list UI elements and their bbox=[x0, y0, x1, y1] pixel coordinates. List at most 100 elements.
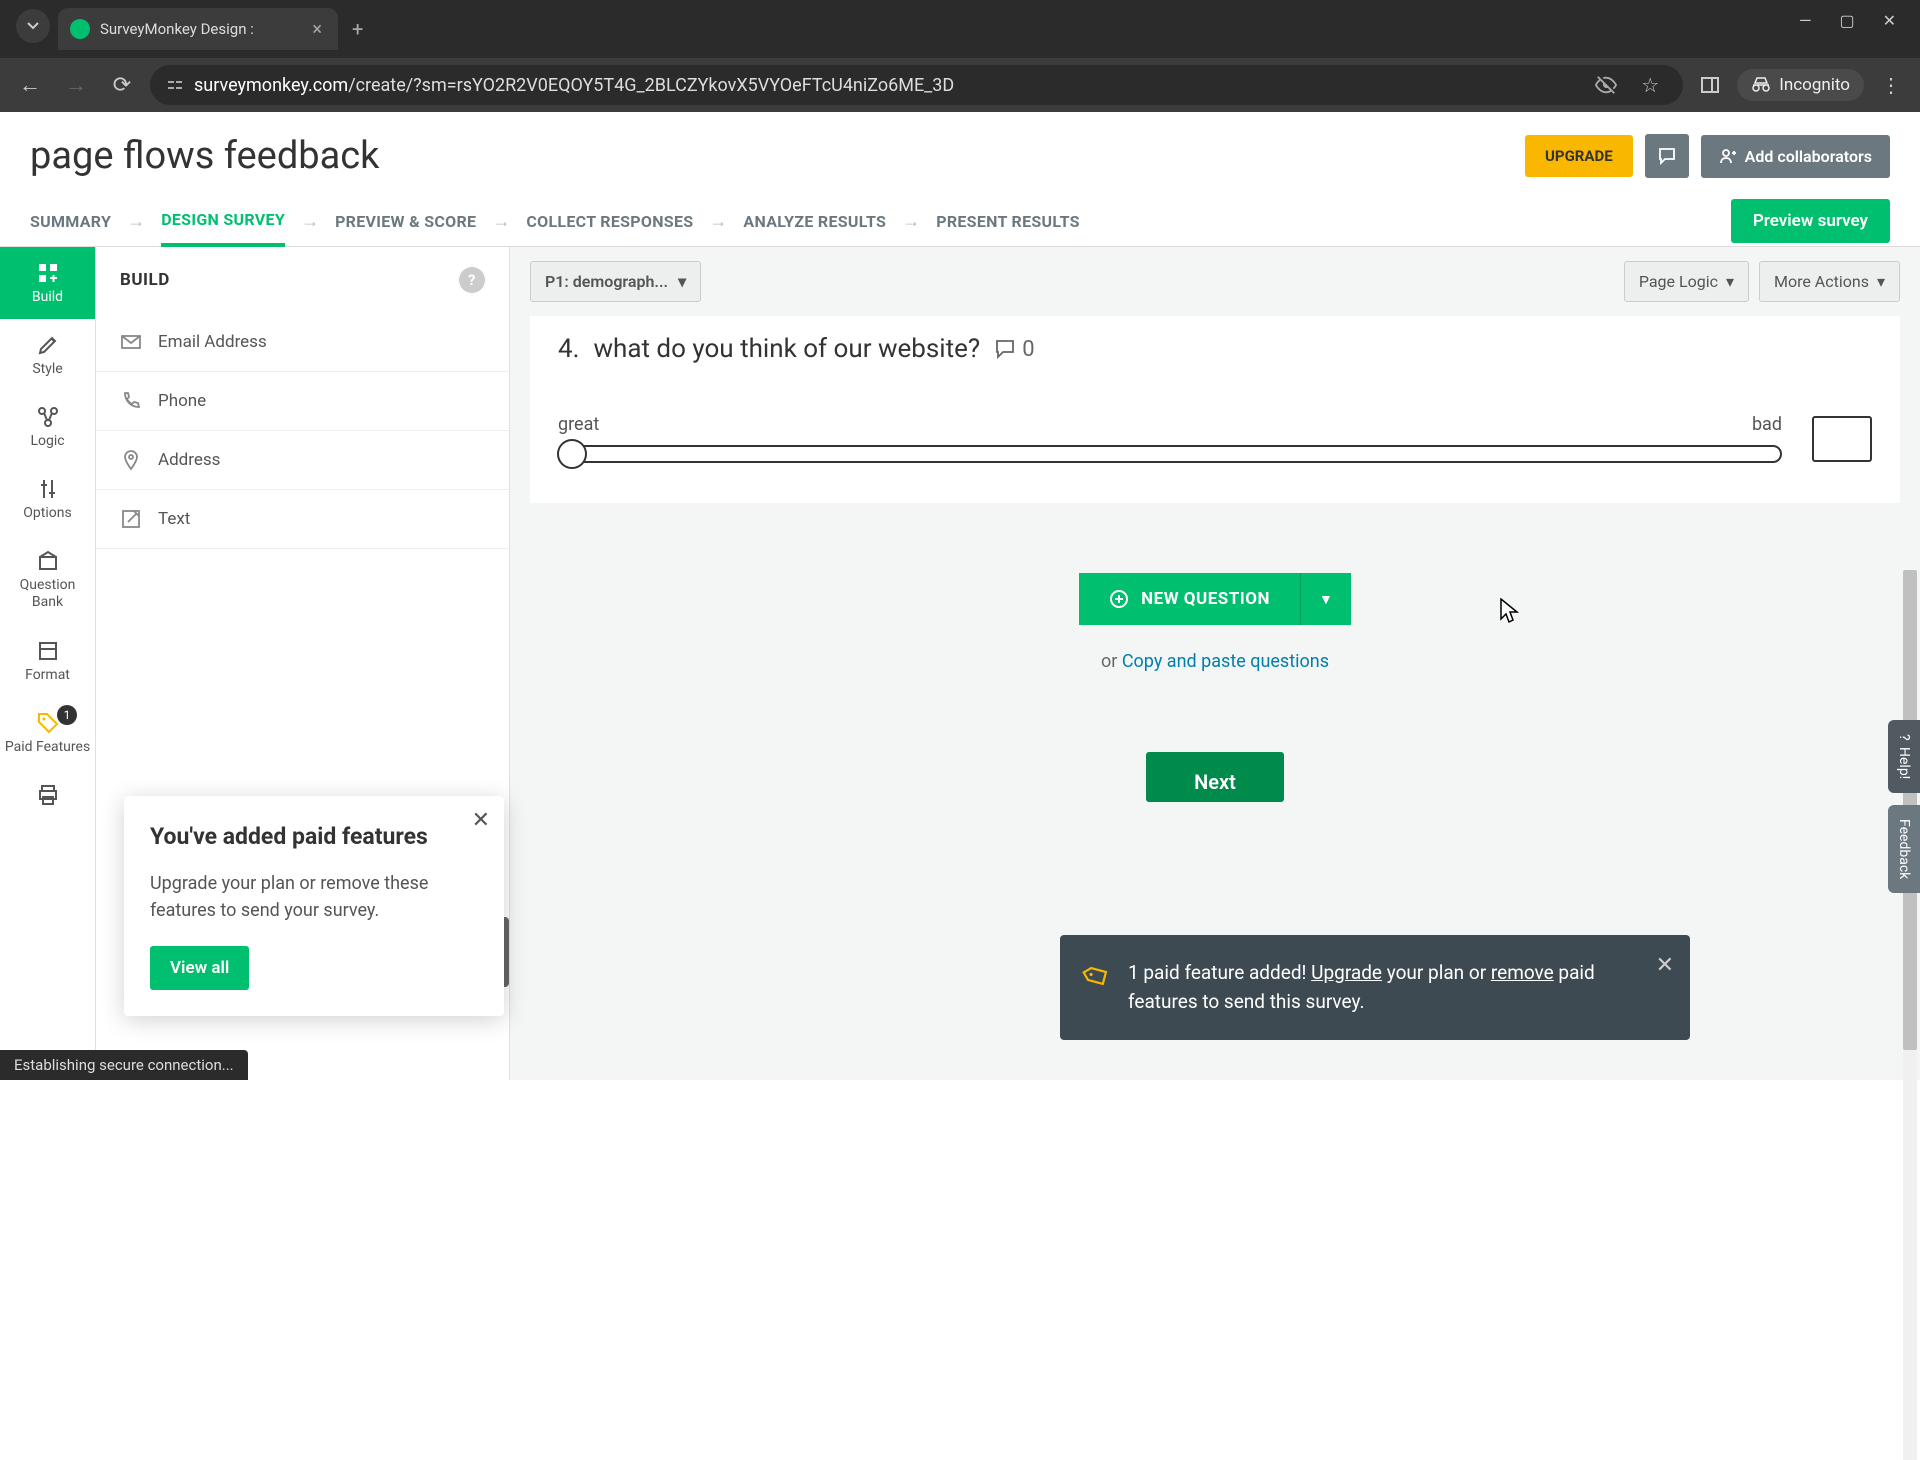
toast-message: 1 paid feature added! Upgrade your plan … bbox=[1128, 959, 1640, 1016]
chevron-right-icon: → bbox=[285, 211, 335, 232]
nav-tab-present[interactable]: PRESENT RESULTS bbox=[936, 198, 1080, 245]
side-tabs: ? Help! Feedback bbox=[1888, 720, 1920, 893]
add-question-area: NEW QUESTION ▼ or Copy and paste questio… bbox=[530, 523, 1900, 712]
brush-icon bbox=[36, 333, 60, 357]
more-actions-button[interactable]: More Actions ▾ bbox=[1759, 261, 1900, 302]
slider-label-left: great bbox=[558, 414, 599, 435]
new-tab-button[interactable]: + bbox=[338, 17, 377, 41]
browser-tab[interactable]: SurveyMonkey Design : × bbox=[58, 8, 338, 50]
paid-feature-toast: ✕ 1 paid feature added! Upgrade your pla… bbox=[1060, 935, 1690, 1040]
rail-question-bank[interactable]: Question Bank bbox=[0, 535, 95, 625]
minimize-button[interactable]: — bbox=[1799, 11, 1812, 30]
help-tab[interactable]: ? Help! bbox=[1888, 720, 1920, 793]
address-bar[interactable]: surveymonkey.com/create/?sm=rsYO2R2V0EQO… bbox=[150, 65, 1683, 105]
browser-status-bar: Establishing secure connection... bbox=[0, 1050, 248, 1080]
question-block[interactable]: 4. what do you think of our website? 0 g… bbox=[530, 316, 1900, 503]
browser-tab-bar: SurveyMonkey Design : × + — ▢ ✕ bbox=[0, 0, 1920, 58]
incognito-icon bbox=[1751, 77, 1771, 93]
side-panel-icon[interactable] bbox=[1693, 68, 1727, 102]
slider-thumb[interactable] bbox=[557, 439, 587, 469]
chevron-down-icon bbox=[26, 19, 40, 33]
tab-search-button[interactable] bbox=[16, 9, 50, 43]
preview-survey-button[interactable]: Preview survey bbox=[1731, 199, 1890, 243]
nav-tab-summary[interactable]: SUMMARY bbox=[30, 198, 111, 245]
paid-features-popup: ✕ You've added paid features Upgrade you… bbox=[124, 796, 504, 1016]
add-collaborators-button[interactable]: Add collaborators bbox=[1701, 135, 1890, 178]
bookmark-star-icon[interactable]: ☆ bbox=[1633, 68, 1667, 102]
copy-paste-link[interactable]: Copy and paste questions bbox=[1122, 651, 1329, 672]
build-panel-title: BUILD bbox=[120, 270, 170, 290]
page-picker[interactable]: P1: demograph... ▾ bbox=[530, 261, 701, 302]
rail-logic[interactable]: Logic bbox=[0, 391, 95, 463]
view-all-button[interactable]: View all bbox=[150, 946, 249, 990]
eye-off-icon[interactable] bbox=[1589, 68, 1623, 102]
feedback-tab[interactable]: Feedback bbox=[1888, 805, 1920, 893]
popup-title: You've added paid features bbox=[150, 822, 478, 852]
close-window-button[interactable]: ✕ bbox=[1883, 11, 1896, 30]
build-item-email[interactable]: Email Address bbox=[96, 313, 509, 372]
tab-title: SurveyMonkey Design : bbox=[100, 20, 308, 38]
email-icon bbox=[120, 331, 142, 353]
slider-value-input[interactable] bbox=[1812, 416, 1872, 462]
rail-build[interactable]: Build bbox=[0, 247, 95, 319]
plus-circle-icon bbox=[1109, 589, 1129, 609]
incognito-indicator[interactable]: Incognito bbox=[1737, 69, 1864, 101]
toast-remove-link[interactable]: remove bbox=[1491, 961, 1554, 984]
rail-paid-features[interactable]: 1 Paid Features bbox=[0, 697, 95, 770]
site-settings-icon[interactable] bbox=[166, 76, 184, 94]
nav-tab-preview[interactable]: PREVIEW & SCORE bbox=[335, 198, 476, 245]
browser-menu-button[interactable]: ⋮ bbox=[1874, 68, 1908, 102]
slider-question[interactable]: great bad bbox=[558, 414, 1782, 463]
build-item-address[interactable]: Address bbox=[96, 431, 509, 490]
next-page-button[interactable]: Next bbox=[1146, 752, 1284, 802]
text-icon bbox=[120, 508, 142, 530]
upgrade-button[interactable]: UPGRADE bbox=[1525, 135, 1633, 177]
survey-title[interactable]: page flows feedback bbox=[30, 134, 379, 178]
new-question-button[interactable]: NEW QUESTION bbox=[1079, 573, 1300, 625]
format-icon bbox=[36, 639, 60, 663]
workflow-nav: SUMMARY → DESIGN SURVEY → PREVIEW & SCOR… bbox=[0, 196, 1920, 247]
toast-upgrade-link[interactable]: Upgrade bbox=[1311, 961, 1382, 984]
chevron-right-icon: → bbox=[693, 211, 743, 232]
popup-body: Upgrade your plan or remove these featur… bbox=[150, 870, 478, 924]
toast-close-button[interactable]: ✕ bbox=[1656, 949, 1674, 982]
build-item-phone[interactable]: Phone bbox=[96, 372, 509, 431]
comments-button[interactable] bbox=[1645, 134, 1689, 178]
caret-down-icon: ▾ bbox=[1726, 272, 1734, 291]
chevron-right-icon: → bbox=[111, 211, 161, 232]
rail-print[interactable] bbox=[0, 769, 95, 821]
caret-down-icon: ▾ bbox=[1877, 272, 1885, 291]
tab-close-button[interactable]: × bbox=[308, 19, 326, 40]
popup-close-button[interactable]: ✕ bbox=[472, 808, 490, 833]
nav-tab-design[interactable]: DESIGN SURVEY bbox=[161, 196, 285, 247]
chevron-right-icon: → bbox=[476, 211, 526, 232]
print-icon bbox=[36, 783, 60, 807]
nav-tab-collect[interactable]: COLLECT RESPONSES bbox=[526, 198, 693, 245]
forward-button[interactable]: → bbox=[58, 67, 94, 103]
chevron-right-icon: → bbox=[886, 211, 936, 232]
help-circle-icon: ? bbox=[1896, 734, 1912, 741]
maximize-button[interactable]: ▢ bbox=[1839, 11, 1854, 30]
build-item-text[interactable]: Text bbox=[96, 490, 509, 549]
rail-options[interactable]: Options bbox=[0, 463, 95, 535]
question-comments[interactable]: 0 bbox=[994, 337, 1034, 362]
rail-format[interactable]: Format bbox=[0, 625, 95, 697]
tag-icon bbox=[1079, 958, 1115, 994]
page-logic-button[interactable]: Page Logic ▾ bbox=[1624, 261, 1749, 302]
logic-icon bbox=[36, 405, 60, 429]
rail-style[interactable]: Style bbox=[0, 319, 95, 391]
copy-paste-row: or Copy and paste questions bbox=[1101, 651, 1329, 672]
left-rail: Build Style Logic Options bbox=[0, 247, 96, 1080]
new-question-dropdown[interactable]: ▼ bbox=[1300, 573, 1351, 625]
help-icon[interactable]: ? bbox=[459, 267, 485, 293]
question-title: 4. what do you think of our website? 0 bbox=[558, 334, 1872, 364]
favicon-icon bbox=[70, 19, 90, 39]
nav-tab-analyze[interactable]: ANALYZE RESULTS bbox=[743, 198, 886, 245]
app-header: page flows feedback UPGRADE Add collabor… bbox=[0, 112, 1920, 196]
back-button[interactable]: ← bbox=[12, 67, 48, 103]
comment-icon bbox=[994, 338, 1016, 360]
options-icon bbox=[36, 477, 60, 501]
reload-button[interactable]: ⟳ bbox=[104, 67, 140, 103]
slider-track[interactable] bbox=[558, 445, 1782, 463]
page-scrollbar[interactable] bbox=[1903, 170, 1917, 1060]
